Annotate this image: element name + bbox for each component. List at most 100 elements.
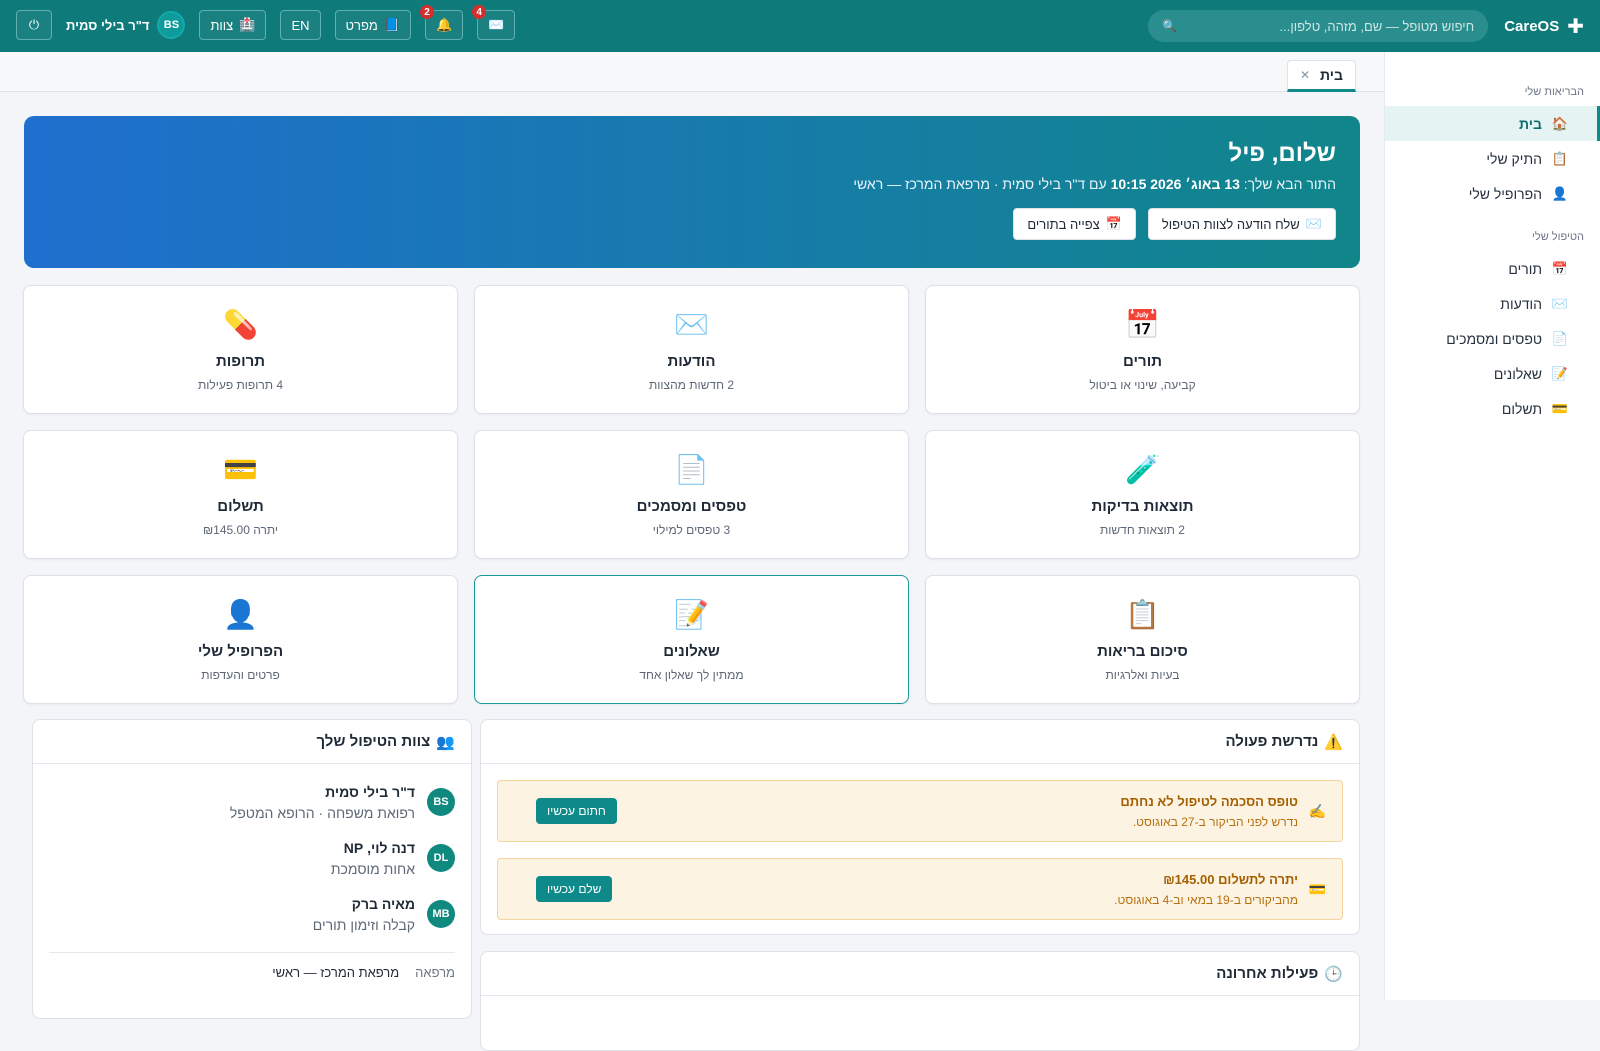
card-title: הודעות (667, 353, 716, 370)
close-icon[interactable]: ✕ (1300, 68, 1310, 82)
people-icon: 👥 (436, 733, 455, 751)
card-subtitle: בעיות ואלרגיות (1105, 668, 1180, 682)
guide-label: מפרט (345, 17, 378, 33)
envelope-icon: ✉️ (1551, 295, 1568, 311)
card-appointments[interactable]: 📅 תורים קביעה, שינוי או ביטול (925, 285, 1360, 414)
main-content: שלום, פיל התור הבא שלך: 13 באוג׳ 2026 10… (0, 92, 1384, 1051)
card-payment[interactable]: 💳 תשלום יתרה ₪145.00 (23, 430, 458, 559)
care-team-panel: 👥 צוות הטיפול שלך BS ד"ר בילי סמית רפואת… (32, 719, 472, 1019)
patient-search[interactable]: 🔍 (1148, 10, 1489, 42)
alert-consent-form: ✍️ טופס הסכמה לטיפול לא נחתם נדרש לפני ה… (497, 780, 1343, 842)
card-title: סיכום בריאות (1097, 643, 1188, 660)
credit-card-icon: 💳 (223, 454, 258, 485)
messages-button[interactable]: ✉️ 4 (472, 5, 516, 40)
notifications-button[interactable]: 🔔 2 (420, 5, 464, 40)
sidebar-item-label: הפרופיל שלי (1468, 185, 1542, 202)
logout-button[interactable]: ⏻ (16, 10, 52, 40)
document-icon: 📄 (1551, 330, 1568, 346)
card-forms[interactable]: 📄 טפסים ומסמכים 3 טפסים למילוי (474, 430, 909, 559)
card-health-summary[interactable]: 📋 סיכום בריאות בעיות ואלרגיות (925, 575, 1360, 704)
welcome-banner: שלום, פיל התור הבא שלך: 13 באוג׳ 2026 10… (24, 116, 1360, 268)
calendar-icon: 📅 (1105, 216, 1122, 231)
sidebar-section-health: הבריאות שלי (1524, 86, 1584, 98)
document-icon: 📄 (674, 454, 709, 485)
sidebar-item-label: תורים (1508, 260, 1542, 277)
card-subtitle: פרטים והעדפות (201, 668, 280, 682)
sidebar-item-questionnaires[interactable]: 📝 שאלונים (1385, 356, 1600, 391)
next-appointment-datetime: 13 באוג׳ 2026 10:15 (1110, 176, 1240, 192)
sidebar-item-home[interactable]: 🏠 בית (1385, 106, 1600, 141)
card-title: שאלונים (663, 643, 720, 660)
card-profile[interactable]: 👤 הפרופיל שלי פרטים והעדפות (23, 575, 458, 704)
alert-balance-due: 💳 יתרה לתשלום ₪145.00 מהביקורים ב-19 במא… (497, 858, 1343, 920)
envelope-icon: ✉️ (488, 17, 505, 32)
care-team-member[interactable]: MB מאיה ברק קבלה וזימון תורים (33, 886, 471, 942)
view-appointments-button[interactable]: 📅 צפייה בתורים (1013, 208, 1136, 240)
search-input[interactable] (1185, 18, 1475, 34)
memo-icon: 📝 (674, 599, 709, 630)
card-questionnaires[interactable]: 📝 שאלונים ממתין לך שאלון אחד (474, 575, 909, 704)
credit-card-icon: 💳 (1308, 880, 1326, 897)
tab-label: בית (1320, 67, 1343, 83)
card-test-results[interactable]: 🧪 תוצאות בדיקות 2 תוצאות חדשות (925, 430, 1360, 559)
panel-header: 👥 צוות הטיפול שלך (33, 720, 471, 764)
card-messages[interactable]: ✉️ הודעות 2 חדשות מהצוות (474, 285, 909, 414)
language-button[interactable]: EN (280, 10, 321, 40)
care-team-member[interactable]: BS ד"ר בילי סמית רפואת משפחה · הרופא המט… (33, 774, 471, 830)
envelope-icon: ✉️ (674, 309, 709, 340)
test-tube-icon: 🧪 (1125, 454, 1160, 485)
card-title: טפסים ומסמכים (636, 498, 747, 515)
panel-title: צוות הטיפול שלך (316, 733, 431, 750)
clock-icon: 🕒 (1324, 965, 1343, 983)
tab-home[interactable]: בית ✕ (1286, 60, 1356, 92)
alert-title: טופס הסכמה לטיפול לא נחתם (1120, 793, 1298, 809)
user-menu[interactable]: ד"ר בילי סמית BS (66, 11, 186, 39)
panel-header: ⚠️ נדרשת פעולה (481, 720, 1359, 764)
sidebar-item-appointments[interactable]: 📅 תורים (1385, 251, 1600, 286)
writing-hand-icon: ✍️ (1308, 802, 1326, 819)
next-appointment-details: עם ד"ר בילי סמית · מרפאת המרכז — ראשי (853, 176, 1111, 192)
care-team-member[interactable]: DL דנה לוי, NP אחות מוסמכת (33, 830, 471, 886)
hospital-icon: 🏥 (239, 17, 256, 32)
send-message-label: שלח הודעה לצוות הטיפול (1161, 216, 1300, 232)
card-medications[interactable]: 💊 תרופות 4 תרופות פעילות (23, 285, 458, 414)
sidebar-item-my-record[interactable]: 📋 התיק שלי (1385, 141, 1600, 176)
person-icon: 👤 (223, 599, 258, 630)
credit-card-icon: 💳 (1551, 400, 1568, 416)
pay-now-button[interactable]: שלם עכשיו (536, 876, 613, 902)
member-role: אחות מוסמכת (330, 860, 415, 877)
alert-text: טופס הסכמה לטיפול לא נחתם נדרש לפני הביק… (629, 794, 1298, 829)
member-name: דנה לוי, NP (343, 839, 415, 856)
alert-desc: נדרש לפני הביקור ב-27 באוגוסט. (1132, 814, 1298, 829)
card-subtitle: 2 חדשות מהצוות (649, 378, 734, 392)
sidebar-item-label: התיק שלי (1486, 150, 1542, 167)
sidebar-item-forms[interactable]: 📄 טפסים ומסמכים (1385, 321, 1600, 356)
avatar: DL (427, 844, 455, 872)
clinic-label: מרפאה (415, 965, 455, 980)
app-name: CareOS (1504, 17, 1560, 35)
alert-title: יתרה לתשלום ₪145.00 (1163, 871, 1298, 887)
alert-desc: מהביקורים ב-19 במאי וב-4 באוגוסט. (1114, 892, 1298, 907)
member-role: רפואת משפחה · הרופא המטפל (229, 804, 415, 821)
avatar: BS (157, 11, 186, 39)
sidebar-item-payment[interactable]: 💳 תשלום (1385, 391, 1600, 426)
calendar-icon: 📅 (1125, 309, 1160, 340)
messages-badge: 4 (472, 5, 487, 19)
clinic-row: מרפאה מרפאת המרכז — ראשי (33, 953, 471, 992)
page-title: שלום, פיל (1228, 140, 1336, 167)
card-subtitle: 4 תרופות פעילות (197, 378, 284, 392)
guide-button[interactable]: מפרט 📘 (334, 10, 411, 40)
person-icon: 👤 (1551, 185, 1568, 201)
team-button[interactable]: צוות 🏥 (199, 10, 267, 40)
warning-icon: ⚠️ (1324, 733, 1343, 751)
sidebar-item-messages[interactable]: ✉️ הודעות (1385, 286, 1600, 321)
send-message-button[interactable]: ✉️ שלח הודעה לצוות הטיפול (1147, 208, 1336, 240)
sign-now-button[interactable]: חתום עכשיו (536, 798, 617, 824)
brand[interactable]: ✚ CareOS (1504, 14, 1584, 39)
card-subtitle: יתרה ₪145.00 (202, 523, 279, 537)
panel-title: נדרשת פעולה (1225, 733, 1319, 750)
card-subtitle: ממתין לך שאלון אחד (639, 668, 744, 682)
sidebar-item-profile[interactable]: 👤 הפרופיל שלי (1385, 176, 1600, 211)
panel-title: פעילות אחרונה (1216, 965, 1319, 982)
card-title: תורים (1123, 353, 1162, 370)
